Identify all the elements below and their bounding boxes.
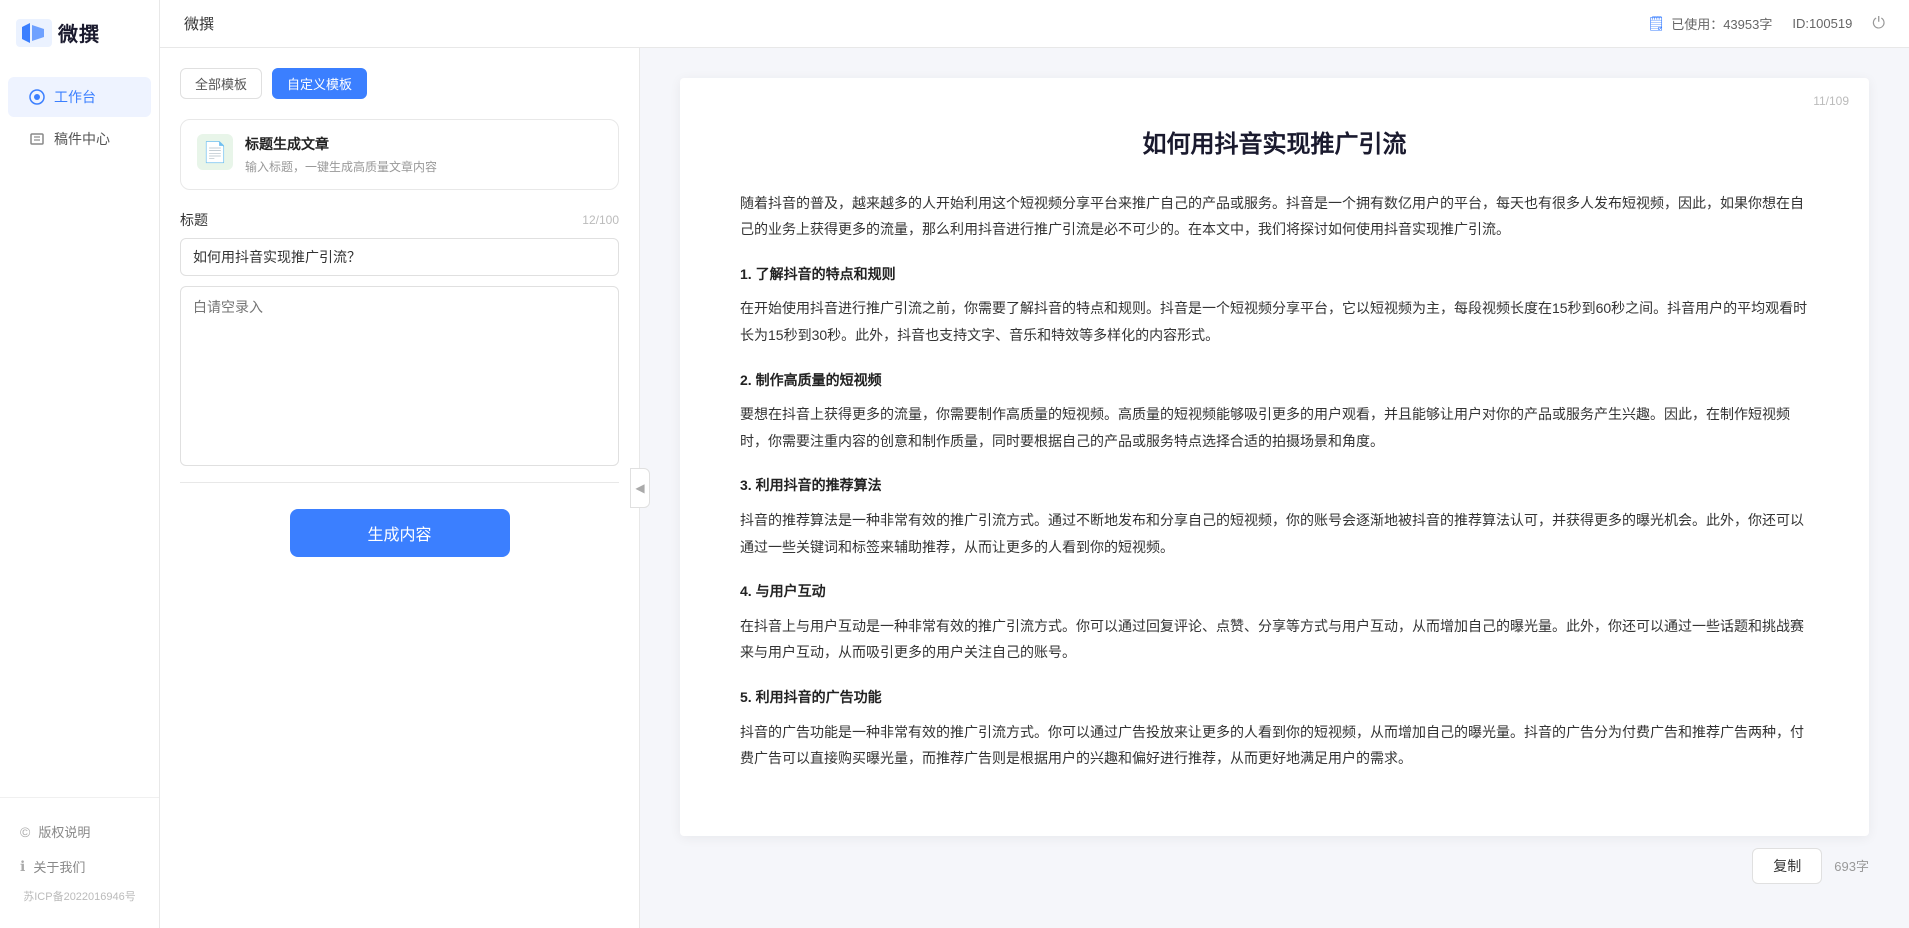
- collapse-toggle[interactable]: ◀: [630, 468, 650, 508]
- template-tabs: 全部模板 自定义模板: [180, 68, 619, 99]
- article-body: 随着抖音的普及，越来越多的人开始利用这个短视频分享平台来推广自己的产品或服务。抖…: [740, 190, 1809, 772]
- tab-custom-templates[interactable]: 自定义模板: [272, 68, 367, 99]
- drafts-icon: [28, 130, 46, 148]
- generate-content-button[interactable]: 生成内容: [290, 509, 510, 557]
- preview-bottom-bar: 复制 693字: [680, 836, 1869, 888]
- copyright-icon: ©: [20, 824, 30, 840]
- sidebar-item-workbench-label: 工作台: [54, 87, 96, 107]
- template-card-title-article[interactable]: 📄 标题生成文章 输入标题，一键生成高质量文章内容: [180, 119, 619, 190]
- logo-text: 微撰: [58, 18, 100, 47]
- sidebar-item-about[interactable]: ℹ 关于我们: [8, 849, 151, 884]
- document-icon: 🗒: [1647, 15, 1665, 32]
- chevron-left-icon: ◀: [635, 481, 644, 495]
- template-card-name: 标题生成文章: [245, 134, 437, 154]
- intro-paragraph: 随着抖音的普及，越来越多的人开始利用这个短视频分享平台来推广自己的产品或服务。抖…: [740, 190, 1809, 243]
- topbar-right: 🗒 已使用：43953字 ID:100519 ⏻: [1647, 14, 1885, 33]
- form-divider: [180, 482, 619, 483]
- sidebar-item-copyright[interactable]: © 版权说明: [8, 814, 151, 849]
- title-label-text: 标题: [180, 210, 208, 230]
- title-form-label: 标题 12/100: [180, 210, 619, 230]
- heading-5: 5. 利用抖音的广告功能: [740, 684, 1809, 711]
- template-card-icon: 📄: [197, 134, 233, 170]
- sidebar-item-copyright-label: 版权说明: [38, 822, 90, 841]
- about-icon: ℹ: [20, 858, 25, 875]
- right-panel: 11/109 如何用抖音实现推广引流 随着抖音的普及，越来越多的人开始利用这个短…: [640, 48, 1909, 928]
- heading-2: 2. 制作高质量的短视频: [740, 367, 1809, 394]
- sidebar-item-drafts-label: 稿件中心: [54, 129, 110, 149]
- template-card-info: 标题生成文章 输入标题，一键生成高质量文章内容: [245, 134, 437, 175]
- title-input[interactable]: [180, 238, 619, 276]
- main-area: 微撰 🗒 已使用：43953字 ID:100519 ⏻ 全部模板 自定义模板 📄…: [160, 0, 1909, 928]
- article-title: 如何用抖音实现推广引流: [740, 128, 1809, 162]
- body-3: 抖音的推荐算法是一种非常有效的推广引流方式。通过不断地发布和分享自己的短视频，你…: [740, 507, 1809, 560]
- usage-info: 🗒 已使用：43953字: [1647, 14, 1772, 33]
- word-count: 693字: [1834, 856, 1869, 875]
- title-char-count: 12/100: [582, 213, 619, 227]
- heading-1: 1. 了解抖音的特点和规则: [740, 261, 1809, 288]
- workbench-icon: [28, 88, 46, 106]
- sidebar-item-workbench[interactable]: 工作台: [8, 77, 151, 117]
- body-2: 要想在抖音上获得更多的流量，你需要制作高质量的短视频。高质量的短视频能够吸引更多…: [740, 401, 1809, 454]
- template-card-desc: 输入标题，一键生成高质量文章内容: [245, 158, 437, 175]
- left-panel: 全部模板 自定义模板 📄 标题生成文章 输入标题，一键生成高质量文章内容 标题 …: [160, 48, 640, 928]
- content-textarea[interactable]: [180, 286, 619, 466]
- topbar: 微撰 🗒 已使用：43953字 ID:100519 ⏻: [160, 0, 1909, 48]
- body-4: 在抖音上与用户互动是一种非常有效的推广引流方式。你可以通过回复评论、点赞、分享等…: [740, 613, 1809, 666]
- usage-label: 已使用：43953字: [1671, 14, 1772, 33]
- preview-paper: 11/109 如何用抖音实现推广引流 随着抖音的普及，越来越多的人开始利用这个短…: [680, 78, 1869, 836]
- topbar-title: 微撰: [184, 13, 214, 34]
- sidebar-item-about-label: 关于我们: [33, 857, 85, 876]
- content-wrapper: 全部模板 自定义模板 📄 标题生成文章 输入标题，一键生成高质量文章内容 标题 …: [160, 48, 1909, 928]
- heading-3: 3. 利用抖音的推荐算法: [740, 472, 1809, 499]
- body-5: 抖音的广告功能是一种非常有效的推广引流方式。你可以通过广告投放来让更多的人看到你…: [740, 719, 1809, 772]
- sidebar: 微撰 工作台 稿件中心 © 版权说明: [0, 0, 160, 928]
- body-1: 在开始使用抖音进行推广引流之前，你需要了解抖音的特点和规则。抖音是一个短视频分享…: [740, 295, 1809, 348]
- power-icon[interactable]: ⏻: [1872, 15, 1885, 33]
- heading-4: 4. 与用户互动: [740, 578, 1809, 605]
- copy-button[interactable]: 复制: [1752, 848, 1822, 884]
- sidebar-nav: 工作台 稿件中心: [0, 65, 159, 797]
- tab-all-templates[interactable]: 全部模板: [180, 68, 262, 99]
- sidebar-footer: © 版权说明 ℹ 关于我们 苏ICP备2022016946号: [0, 797, 159, 928]
- logo-icon: [16, 19, 52, 47]
- user-id-label: ID:100519: [1792, 16, 1852, 31]
- logo-area: 微撰: [0, 0, 159, 65]
- sidebar-item-drafts[interactable]: 稿件中心: [8, 119, 151, 159]
- icp-text: 苏ICP备2022016946号: [8, 884, 151, 912]
- page-counter: 11/109: [1813, 94, 1849, 108]
